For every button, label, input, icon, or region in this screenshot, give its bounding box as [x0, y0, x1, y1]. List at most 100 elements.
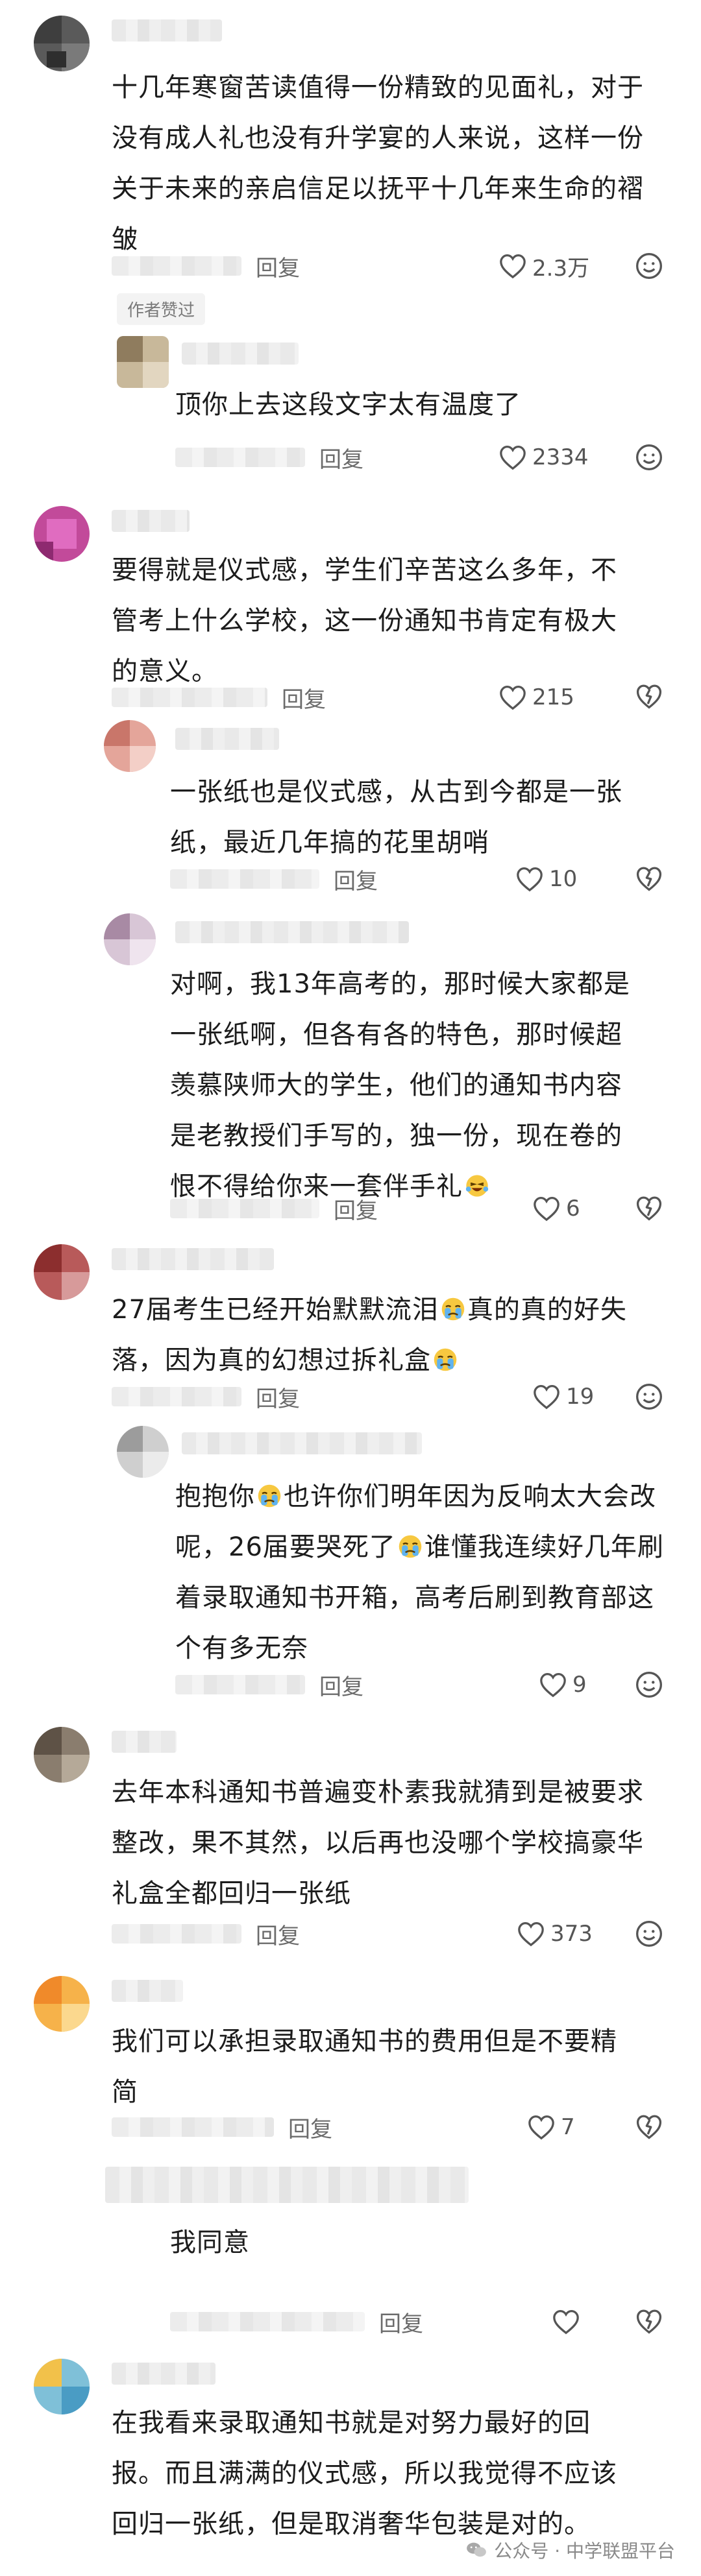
reply-button[interactable]: 回复: [319, 1669, 363, 1701]
reply-text: 对啊，我13年高考的，那时候大家都是 一张纸啊，但各有各的特色，那时候超 羡慕陕…: [170, 969, 630, 1201]
comment-meta: 回复: [112, 1918, 300, 1950]
username-blurred[interactable]: [112, 1248, 274, 1270]
like-button[interactable]: 6: [532, 1192, 580, 1225]
avatar[interactable]: [34, 2359, 90, 2414]
reply-button[interactable]: 回复: [334, 863, 378, 895]
reply-button[interactable]: 回复: [256, 1381, 300, 1413]
heart-icon: [515, 866, 544, 892]
reply-button[interactable]: 回复: [282, 682, 326, 714]
like-button[interactable]: 215: [498, 681, 574, 714]
username-blurred[interactable]: [112, 19, 222, 42]
reply-meta: 回复: [175, 441, 363, 474]
username-blurred[interactable]: [175, 728, 279, 750]
reply-meta: 回复: [170, 863, 378, 895]
reply-text: 我同意: [170, 2228, 250, 2257]
like-count: 215: [532, 684, 574, 710]
dislike-icon[interactable]: [635, 2307, 663, 2336]
username-blurred[interactable]: [182, 1432, 422, 1454]
like-button[interactable]: 2.3万: [498, 250, 589, 282]
like-button[interactable]: 7: [527, 2111, 575, 2143]
username-blurred[interactable]: [112, 1980, 183, 2002]
reply-button[interactable]: 回复: [319, 442, 363, 474]
comment-meta: 回复: [112, 1380, 300, 1413]
comment-meta: 回复: [112, 2111, 332, 2143]
timestamp-blurred: [170, 869, 319, 889]
like-button[interactable]: 9: [539, 1668, 587, 1701]
like-count: 19: [566, 1384, 595, 1410]
timestamp-blurred: [112, 2117, 274, 2137]
avatar[interactable]: [117, 336, 169, 388]
reply-button[interactable]: 回复: [379, 2306, 423, 2338]
reply-meta: 回复: [175, 1668, 363, 1701]
timestamp-blurred: [170, 2312, 365, 2331]
emoji-react-icon[interactable]: [635, 443, 663, 472]
dislike-icon[interactable]: [635, 682, 663, 711]
timestamp-blurred: [112, 1924, 241, 1944]
avatar[interactable]: [34, 1976, 90, 2032]
laugh-cry-emoji-icon: [463, 1173, 491, 1199]
like-button[interactable]: 2334: [498, 441, 589, 474]
like-button[interactable]: 19: [532, 1380, 594, 1413]
dislike-icon[interactable]: [635, 865, 663, 893]
emoji-react-icon[interactable]: [635, 1920, 663, 1948]
avatar[interactable]: [34, 1244, 90, 1300]
comment-text: 27届考生已经开始默默流泪 真的真的好失 落，因为真的幻想过拆礼盒: [112, 1295, 627, 1375]
timestamp-blurred: [175, 448, 305, 467]
like-button[interactable]: 10: [515, 863, 577, 895]
heart-icon: [552, 2309, 580, 2335]
reply-button[interactable]: 回复: [256, 1918, 300, 1950]
heart-icon: [498, 253, 527, 279]
avatar[interactable]: [34, 506, 90, 562]
cry-emoji-icon: [396, 1534, 424, 1559]
like-button[interactable]: [552, 2305, 585, 2338]
dislike-icon[interactable]: [635, 2113, 663, 2141]
username-blurred[interactable]: [105, 2167, 469, 2203]
watermark-text: 公众号 · 中学联盟平台: [494, 2540, 675, 2562]
heart-icon: [517, 1921, 545, 1947]
heart-icon: [539, 1672, 567, 1698]
like-button[interactable]: 373: [517, 1918, 593, 1950]
reply-meta: 回复: [170, 2305, 423, 2338]
comment-meta: 回复: [112, 681, 326, 714]
timestamp-blurred: [112, 688, 267, 707]
source-watermark: 公众号 · 中学联盟平台: [465, 2537, 675, 2563]
like-count: 2334: [532, 444, 589, 470]
avatar[interactable]: [34, 16, 90, 71]
comment-text: 在我看来录取通知书就是对努力最好的回 报。而且满满的仪式感，所以我觉得不应该 回…: [112, 2408, 617, 2539]
avatar[interactable]: [104, 720, 156, 772]
reply-button[interactable]: 回复: [334, 1193, 378, 1225]
avatar[interactable]: [117, 1426, 169, 1478]
avatar[interactable]: [104, 913, 156, 965]
reply-button[interactable]: 回复: [288, 2112, 332, 2143]
timestamp-blurred: [112, 1387, 241, 1406]
like-count: 7: [561, 2114, 575, 2140]
username-blurred[interactable]: [112, 510, 190, 532]
cry-emoji-icon: [439, 1296, 467, 1322]
timestamp-blurred: [112, 256, 241, 276]
heart-icon: [498, 444, 527, 470]
author-liked-badge: 作者赞过: [117, 293, 206, 325]
username-blurred[interactable]: [182, 343, 299, 365]
heart-icon: [498, 684, 527, 710]
like-count: 2.3万: [532, 255, 590, 282]
like-count: 373: [550, 1921, 593, 1947]
emoji-react-icon[interactable]: [635, 1382, 663, 1411]
timestamp-blurred: [175, 1675, 305, 1694]
avatar[interactable]: [34, 1727, 90, 1783]
comment-meta: 回复: [112, 250, 300, 282]
reply-meta: 回复: [170, 1192, 378, 1225]
reply-text: 一张纸也是仪式感，从古到今都是一张 纸，最近几年搞的花里胡哨: [170, 777, 622, 858]
username-blurred[interactable]: [175, 921, 409, 943]
timestamp-blurred: [170, 1199, 319, 1218]
cry-emoji-icon: [431, 1347, 460, 1373]
emoji-react-icon[interactable]: [635, 1670, 663, 1699]
comment-text: 要得就是仪式感，学生们辛苦这么多年，不 管考上什么学校，这一份通知书肯定有极大 …: [112, 555, 617, 686]
dislike-icon[interactable]: [635, 1194, 663, 1223]
reply-button[interactable]: 回复: [256, 250, 300, 282]
username-blurred[interactable]: [112, 2363, 215, 2385]
like-count: 6: [566, 1196, 580, 1222]
heart-icon: [532, 1196, 561, 1222]
emoji-react-icon[interactable]: [635, 252, 663, 280]
wechat-icon: [467, 2542, 487, 2557]
username-blurred[interactable]: [112, 1731, 177, 1753]
